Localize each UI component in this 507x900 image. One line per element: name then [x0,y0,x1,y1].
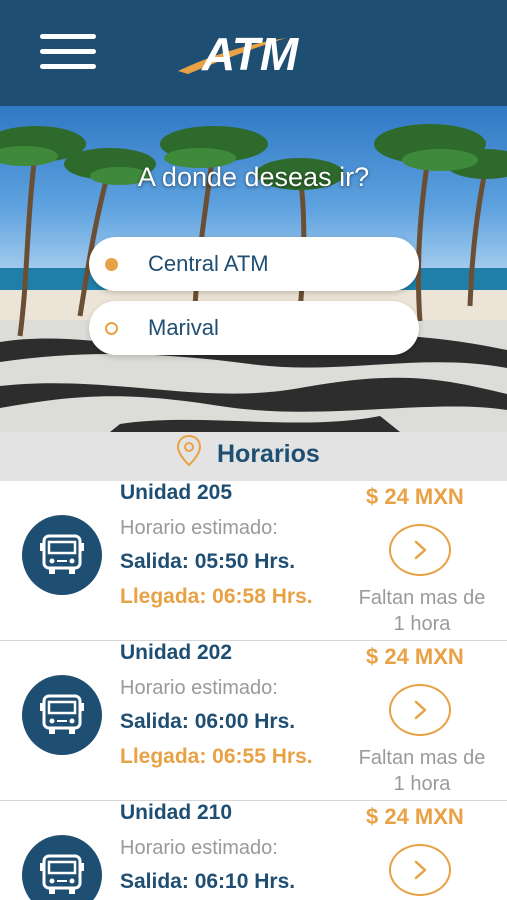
destination-prompt: A donde deseas ir? [137,162,370,192]
departure-time: Salida: 06:10 Hrs. [120,870,296,893]
destination-dot-icon [105,322,118,335]
unit-name: Unidad 202 [120,641,233,664]
fare-price: $ 24 MXN [366,484,464,509]
estimated-label: Horario estimado: [120,677,278,699]
remaining-time: Faltan mas de 1 hora [340,585,504,637]
remaining-time: Faltan mas de 1 hora [340,745,504,797]
destination-hero: A donde deseas ir? Central ATM Marival [0,106,507,432]
destination-label: Marival [148,315,219,340]
origin-dot-icon [105,258,118,271]
location-pin-icon [176,434,202,467]
departure-time: Salida: 05:50 Hrs. [120,550,296,573]
chevron-right-icon[interactable] [389,524,451,576]
section-title: Horarios [217,440,320,468]
origin-selector[interactable]: Central ATM [89,237,419,291]
bus-icon [22,515,102,595]
unit-name: Unidad 210 [120,801,233,824]
schedule-card[interactable]: Unidad 210 Horario estimado: Salida: 06:… [0,801,507,900]
arrival-time: Llegada: 06:58 Hrs. [120,585,313,608]
logo-text: ATM [201,28,300,80]
schedule-card[interactable]: Unidad 202 Horario estimado: Salida: 06:… [0,641,507,801]
chevron-right-icon[interactable] [389,684,451,736]
arrival-time: Llegada: 06:55 Hrs. [120,745,313,768]
app-header: ATM [0,0,507,106]
schedules-header: Horarios [0,432,507,481]
fare-price: $ 24 MXN [366,644,464,669]
schedule-card[interactable]: Unidad 205 Horario estimado: Salida: 05:… [0,481,507,641]
unit-name: Unidad 205 [120,481,233,504]
departure-time: Salida: 06:00 Hrs. [120,710,296,733]
fare-price: $ 24 MXN [366,804,464,829]
remaining-line-1: Faltan mas de [358,747,486,769]
remaining-line-2: 1 hora [393,613,451,635]
remaining-line-1: Faltan mas de [358,587,486,609]
estimated-label: Horario estimado: [120,837,278,859]
estimated-label: Horario estimado: [120,517,278,539]
remaining-line-2: 1 hora [393,773,451,795]
origin-label: Central ATM [148,251,269,276]
chevron-right-icon[interactable] [389,844,451,896]
destination-selector[interactable]: Marival [89,301,419,355]
hamburger-menu-icon[interactable] [38,34,98,70]
atm-logo: ATM [178,28,300,80]
bus-icon [22,835,102,900]
bus-icon [22,675,102,755]
